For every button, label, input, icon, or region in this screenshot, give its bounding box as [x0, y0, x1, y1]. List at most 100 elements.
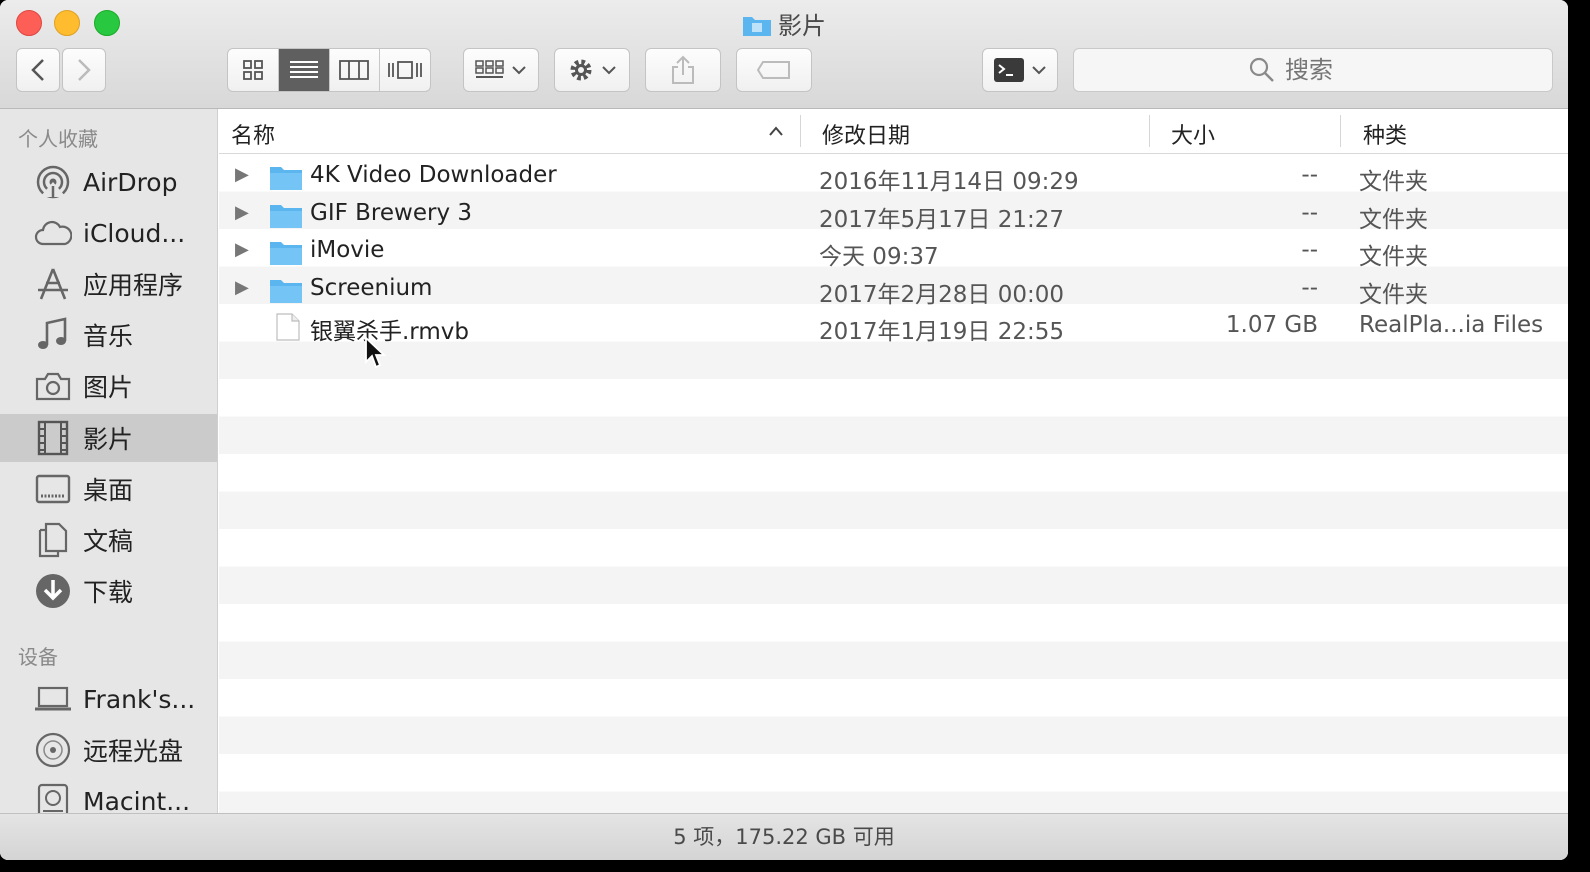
file-row[interactable]: ▶ iMovie 今天 09:37 -- 文件夹 [219, 233, 1568, 271]
sidebar-item-downloads[interactable]: 下载 [0, 567, 217, 615]
file-list: 名称 修改日期 大小 种类 ▶ 4K Video Downloader 2016… [219, 109, 1568, 813]
disclosure-triangle-icon[interactable]: ▶ [235, 239, 249, 260]
documents-icon [33, 520, 73, 560]
laptop-icon [33, 679, 73, 719]
file-kind: 文件夹 [1359, 281, 1428, 308]
list-icon [289, 61, 318, 78]
file-name: GIF Brewery 3 [310, 199, 472, 226]
gear-icon [570, 59, 592, 81]
cover-flow-view-button[interactable] [380, 49, 430, 91]
terminal-button[interactable] [982, 48, 1058, 92]
column-divider[interactable] [1149, 115, 1150, 147]
toolbar: 影片 [0, 0, 1568, 109]
sidebar-item-music[interactable]: 音乐 [0, 311, 217, 359]
sidebar-heading-devices: 设备 [18, 645, 58, 669]
sidebar-item-label: AirDrop [83, 167, 178, 197]
chevron-down-icon [1032, 66, 1046, 75]
terminal-icon [994, 58, 1024, 82]
file-row[interactable]: ▶ 4K Video Downloader 2016年11月14日 09:29 … [219, 158, 1568, 196]
sidebar-item-icloud[interactable]: iCloud... [0, 209, 217, 257]
cloud-icon [33, 213, 73, 253]
folder-icon [270, 279, 302, 303]
file-size: -- [1301, 199, 1318, 226]
sidebar-item-remote-disc[interactable]: 远程光盘 [0, 726, 217, 774]
disclosure-triangle-icon[interactable]: ▶ [235, 202, 249, 223]
mouse-cursor-icon [365, 336, 386, 369]
film-icon [33, 418, 73, 458]
column-header-kind[interactable]: 种类 [1363, 118, 1407, 150]
file-name: iMovie [310, 237, 385, 263]
file-row[interactable]: ▶ Screenium 2017年2月28日 00:00 -- 文件夹 [219, 271, 1568, 309]
chevron-right-icon [78, 59, 91, 81]
share-button[interactable] [645, 48, 721, 92]
list-view-button[interactable] [278, 49, 330, 91]
disc-icon [33, 730, 73, 770]
action-button[interactable] [554, 48, 630, 92]
file-row[interactable]: ▶ GIF Brewery 3 2017年5月17日 21:27 -- 文件夹 [219, 196, 1568, 234]
file-kind: 文件夹 [1359, 206, 1428, 233]
folder-icon [270, 242, 302, 265]
file-row[interactable]: 银翼杀手.rmvb 2017年1月19日 22:55 1.07 GB RealP… [219, 308, 1568, 346]
window-title: 影片 [0, 6, 1568, 41]
hard-drive-icon [33, 781, 73, 813]
folder-icon [270, 167, 302, 190]
back-button[interactable] [16, 48, 60, 92]
disclosure-triangle-icon[interactable]: ▶ [235, 277, 249, 298]
sidebar-item-applications[interactable]: 应用程序 [0, 260, 217, 308]
column-header-date[interactable]: 修改日期 [822, 118, 910, 150]
arrange-icon [475, 60, 504, 78]
sidebar-item-documents[interactable]: 文稿 [0, 516, 217, 564]
file-size: 1.07 GB [1225, 312, 1318, 338]
column-divider[interactable] [1340, 115, 1341, 147]
file-date: 2017年2月28日 00:00 [819, 281, 1065, 308]
sidebar-heading-favorites: 个人收藏 [18, 127, 98, 151]
disclosure-triangle-icon[interactable]: ▶ [235, 164, 249, 185]
share-icon [672, 55, 694, 84]
icon-view-button[interactable] [228, 49, 279, 91]
file-date: 2017年1月19日 22:55 [819, 319, 1065, 345]
column-header-size[interactable]: 大小 [1171, 118, 1215, 150]
file-kind: RealPla...ia Files [1359, 312, 1544, 338]
sidebar-item-pictures[interactable]: 图片 [0, 362, 217, 410]
file-size: -- [1301, 274, 1318, 301]
music-icon [33, 315, 73, 355]
file-name: 银翼杀手.rmvb [310, 319, 469, 345]
forward-button[interactable] [62, 48, 106, 92]
column-header-name[interactable]: 名称 [231, 118, 275, 150]
file-kind: 文件夹 [1359, 244, 1428, 270]
file-name: 4K Video Downloader [310, 162, 557, 188]
sidebar-item-label: 影片 [83, 425, 134, 454]
search-icon [1249, 57, 1274, 82]
column-divider[interactable] [800, 115, 801, 147]
sidebar-item-macintosh-hd[interactable]: Macint... [0, 777, 217, 813]
desktop-icon [33, 469, 73, 509]
tag-icon [757, 61, 790, 79]
file-size: -- [1301, 162, 1318, 188]
arrange-button[interactable] [463, 48, 539, 92]
chevron-left-icon [31, 59, 44, 81]
tags-button[interactable] [736, 48, 812, 92]
status-bar: 5 项，175.22 GB 可用 [0, 813, 1568, 860]
sidebar-item-airdrop[interactable]: AirDrop [0, 158, 217, 206]
sidebar-item-movies[interactable]: 影片 [0, 414, 217, 462]
sidebar-item-label: Frank's... [83, 684, 196, 714]
window-title-text: 影片 [778, 12, 826, 40]
search-field[interactable] [1073, 48, 1553, 92]
search-input[interactable] [1283, 55, 1377, 85]
airdrop-icon [33, 162, 73, 202]
document-icon [276, 313, 300, 341]
sidebar-item-label: iCloud... [83, 218, 186, 248]
download-icon [33, 571, 73, 611]
chevron-down-icon [512, 66, 526, 75]
grid-icon [242, 60, 263, 80]
file-kind: 文件夹 [1359, 169, 1428, 195]
file-size: -- [1301, 237, 1318, 263]
file-name: Screenium [310, 274, 433, 301]
sidebar-item-desktop[interactable]: 桌面 [0, 465, 217, 513]
sidebar-item-computer[interactable]: Frank's... [0, 675, 217, 723]
file-date: 2017年5月17日 21:27 [819, 206, 1065, 233]
column-view-button[interactable] [330, 49, 381, 91]
sort-ascending-icon [769, 126, 783, 136]
camera-icon [33, 366, 73, 406]
sidebar-item-label: 文稿 [83, 527, 134, 556]
